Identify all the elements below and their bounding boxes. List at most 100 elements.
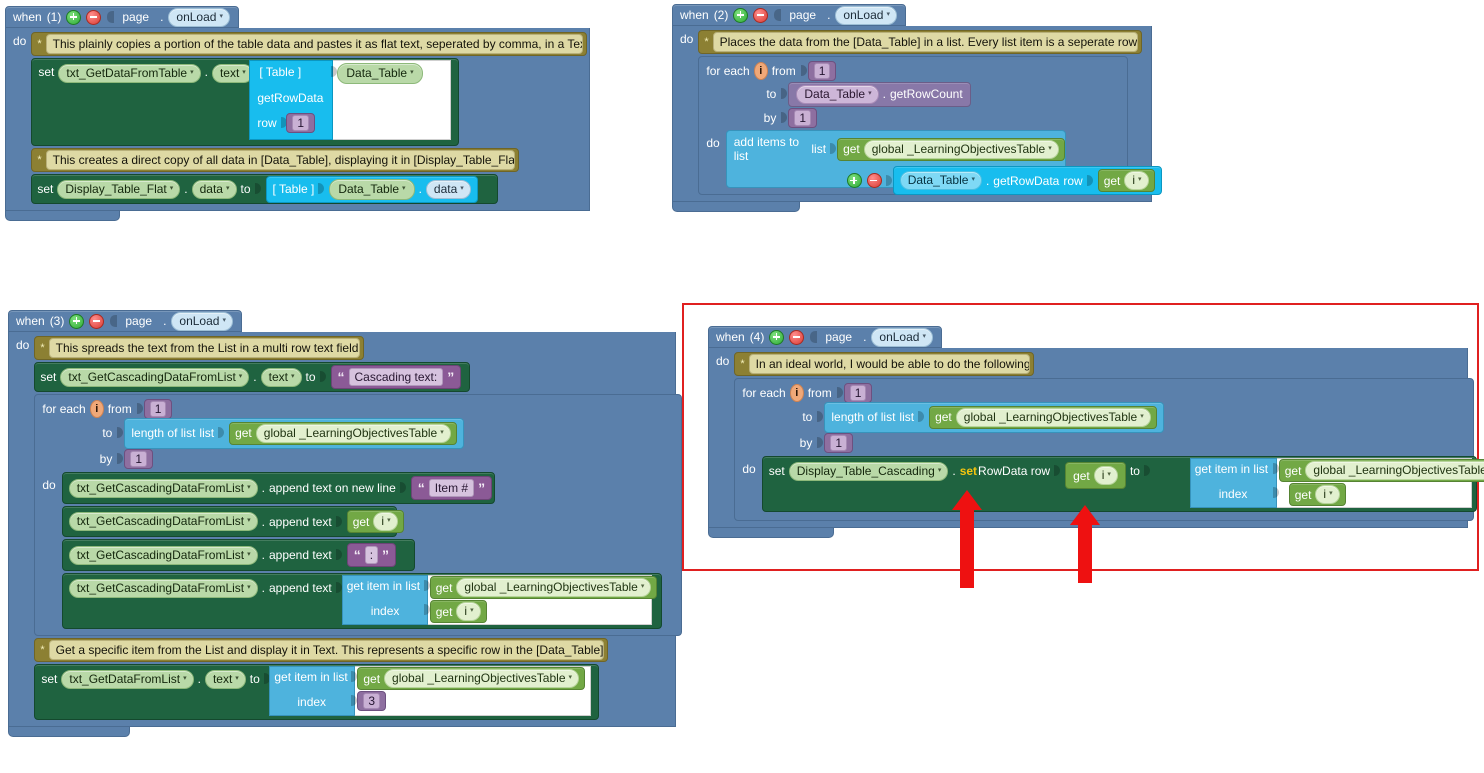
number-block-by[interactable]: 1 <box>824 433 854 453</box>
number-block-from[interactable]: 1 <box>843 383 873 403</box>
set-property-block[interactable]: set Display_Table_Flat ▾ . data ▾ to [ T… <box>31 174 499 204</box>
event-block-4-index: (4) <box>749 330 765 344</box>
component-dropdown[interactable]: Display_Table_Flat ▾ <box>57 179 181 199</box>
minus-circle-icon[interactable] <box>86 9 102 25</box>
append-text-block[interactable]: txt_GetCascadingDataFromList ▾ . append … <box>61 472 495 504</box>
event-dropdown-onload[interactable]: onLoad ▾ <box>835 5 897 25</box>
event-block-3[interactable]: when (3) page . onLoad ▾ do * This sprea… <box>8 310 683 737</box>
set-property-block[interactable]: set txt_GetCascadingDataFromList ▾ . tex… <box>34 362 471 392</box>
get-global-variable-block[interactable]: get global _LearningObjectivesTable ▾ <box>837 137 1065 161</box>
text-string-value[interactable]: Cascading text: <box>348 368 444 386</box>
property-dropdown-data[interactable]: data ▾ <box>425 179 471 199</box>
property-dropdown[interactable]: text ▾ <box>260 367 302 387</box>
number-block-by[interactable]: 1 <box>788 108 818 128</box>
component-dropdown[interactable]: txt_GetCascadingDataFromList ▾ <box>68 579 258 598</box>
event-block-1[interactable]: when (1) page . onLoad ▾ do * This plain… <box>5 6 590 221</box>
component-dropdown[interactable]: txt_GetCascadingDataFromList ▾ <box>68 545 258 565</box>
text-string-value[interactable]: : <box>364 546 379 564</box>
plus-circle-icon[interactable] <box>733 7 749 23</box>
get-loop-variable-block[interactable]: get i ▾ <box>1097 169 1155 192</box>
get-global-variable-block[interactable]: get global _LearningObjectivesTable ▾ <box>429 576 658 599</box>
get-global-variable-block[interactable]: get global _LearningObjectivesTable ▾ <box>929 405 1157 429</box>
set-label: set <box>37 182 54 196</box>
variable-dropdown[interactable]: global _LearningObjectivesTable ▾ <box>384 669 580 688</box>
variable-dropdown-i[interactable]: i ▾ <box>1315 485 1340 504</box>
property-dropdown[interactable]: text ▾ <box>211 64 253 83</box>
number-block-index[interactable]: 3 <box>357 691 387 711</box>
component-dropdown-data-table[interactable]: Data_Table ▾ <box>899 171 982 190</box>
add-items-to-list-block[interactable]: add items to list list get global _Learn… <box>725 130 1162 195</box>
length-of-list-block[interactable]: length of list list get global _Learning… <box>824 401 1164 433</box>
variable-dropdown-i[interactable]: i ▾ <box>1093 466 1118 485</box>
for-each-loop-block[interactable]: for each i from 1 to length of list list <box>734 378 1484 521</box>
get-global-variable-block[interactable]: get global _LearningObjectivesTable ▾ <box>357 667 586 690</box>
variable-dropdown-i[interactable]: i ▾ <box>1124 171 1149 190</box>
event-dropdown-onload[interactable]: onLoad ▾ <box>871 327 933 347</box>
get-loop-variable-block-index[interactable]: get i ▾ <box>1288 483 1346 506</box>
text-string-block[interactable]: “ Item # ” <box>410 476 493 500</box>
component-dropdown[interactable]: txt_GetDataFromList ▾ <box>61 670 194 689</box>
table-property-block[interactable]: [ Table ] Data_Table ▾ . data ▾ <box>265 175 478 203</box>
chevron-down-icon: ▾ <box>190 69 194 76</box>
minus-circle-icon[interactable] <box>753 7 769 23</box>
component-dropdown-data-table[interactable]: Data_Table ▾ <box>337 63 423 84</box>
get-loop-variable-block[interactable]: get i ▾ <box>346 510 404 533</box>
variable-dropdown[interactable]: global _LearningObjectivesTable ▾ <box>456 578 652 597</box>
loop-variable-i[interactable]: i <box>89 400 104 418</box>
get-label: get <box>235 426 252 440</box>
get-global-variable-block[interactable]: get global _LearningObjectivesTable ▾ <box>229 421 457 445</box>
text-string-block[interactable]: “ Cascading text: ” <box>330 365 462 389</box>
event-block-4-header[interactable]: when (4) page . onLoad ▾ <box>708 326 942 348</box>
minus-circle-icon[interactable] <box>89 313 105 329</box>
event-block-2-header[interactable]: when (2) page . onLoad ▾ <box>672 4 906 26</box>
component-dropdown-data-table[interactable]: Data_Table ▾ <box>329 178 415 200</box>
minus-circle-icon[interactable] <box>866 173 882 188</box>
table-getrowdata-block[interactable]: Data_Table ▾ . getRowData row get i ▾ <box>892 166 1162 195</box>
for-each-loop-block[interactable]: for each i from 1 to length of list list <box>34 394 683 636</box>
append-text-block[interactable]: txt_GetCascadingDataFromList ▾ . append … <box>61 539 415 571</box>
variable-dropdown-i[interactable]: i ▾ <box>373 512 398 531</box>
get-loop-variable-block[interactable]: get i ▾ <box>429 600 487 623</box>
plus-circle-icon[interactable] <box>769 329 785 345</box>
loop-variable-i[interactable]: i <box>789 384 804 402</box>
plus-circle-icon[interactable] <box>846 173 862 188</box>
plus-circle-icon[interactable] <box>69 313 85 329</box>
property-dropdown[interactable]: text ▾ <box>204 670 246 689</box>
event-block-2[interactable]: when (2) page . onLoad ▾ do * Places the… <box>672 4 1162 212</box>
event-block-1-stack: * This plainly copies a portion of the t… <box>31 28 591 204</box>
comment-text: This creates a direct copy of all data i… <box>45 150 516 170</box>
append-text-block[interactable]: txt_GetCascadingDataFromList ▾ . append … <box>61 506 404 537</box>
plus-circle-icon[interactable] <box>66 9 82 25</box>
component-dropdown[interactable]: txt_GetCascadingDataFromList ▾ <box>60 367 250 387</box>
variable-dropdown[interactable]: global _LearningObjectivesTable ▾ <box>1305 461 1484 480</box>
minus-circle-icon[interactable] <box>789 329 805 345</box>
number-block-from[interactable]: 1 <box>807 61 837 81</box>
length-of-list-block[interactable]: length of list list get global _Learning… <box>124 417 464 449</box>
component-dropdown[interactable]: txt_GetCascadingDataFromList ▾ <box>68 478 258 498</box>
variable-dropdown[interactable]: global _LearningObjectivesTable ▾ <box>255 423 451 443</box>
get-global-variable-block[interactable]: get global _LearningObjectivesTable ▾ <box>1278 459 1484 482</box>
text-string-value[interactable]: Item # <box>428 479 475 497</box>
event-block-1-header[interactable]: when (1) page . onLoad ▾ <box>5 6 239 28</box>
get-loop-variable-block-row[interactable]: get i ▾ <box>1065 462 1126 489</box>
table-getrowcount-block[interactable]: Data_Table ▾ . getRowCount <box>788 81 971 107</box>
variable-dropdown-i[interactable]: i ▾ <box>456 602 481 621</box>
component-dropdown[interactable]: Display_Table_Cascading ▾ <box>788 462 949 481</box>
when-label: when <box>716 330 745 344</box>
number-block-by[interactable]: 1 <box>124 449 154 469</box>
number-block-row[interactable]: 1 <box>286 113 316 133</box>
variable-dropdown[interactable]: global _LearningObjectivesTable ▾ <box>955 407 1151 427</box>
event-block-3-header[interactable]: when (3) page . onLoad ▾ <box>8 310 242 332</box>
variable-dropdown[interactable]: global _LearningObjectivesTable ▾ <box>863 139 1059 159</box>
component-dropdown[interactable]: txt_GetCascadingDataFromList ▾ <box>68 512 258 531</box>
number-block-from[interactable]: 1 <box>143 399 173 419</box>
event-dropdown-onload[interactable]: onLoad ▾ <box>171 311 233 331</box>
get-label: get <box>1103 173 1121 188</box>
property-dropdown[interactable]: data ▾ <box>191 179 237 199</box>
for-each-loop-block[interactable]: for each i from 1 to Data_Table ▾ . getR… <box>698 56 1162 195</box>
text-string-block[interactable]: “ : ” <box>346 543 397 567</box>
loop-variable-i[interactable]: i <box>753 62 768 80</box>
component-dropdown[interactable]: txt_GetDataFromTable ▾ <box>58 64 201 83</box>
component-dropdown-data-table[interactable]: Data_Table ▾ <box>796 84 879 104</box>
event-dropdown-onload[interactable]: onLoad ▾ <box>168 7 230 27</box>
